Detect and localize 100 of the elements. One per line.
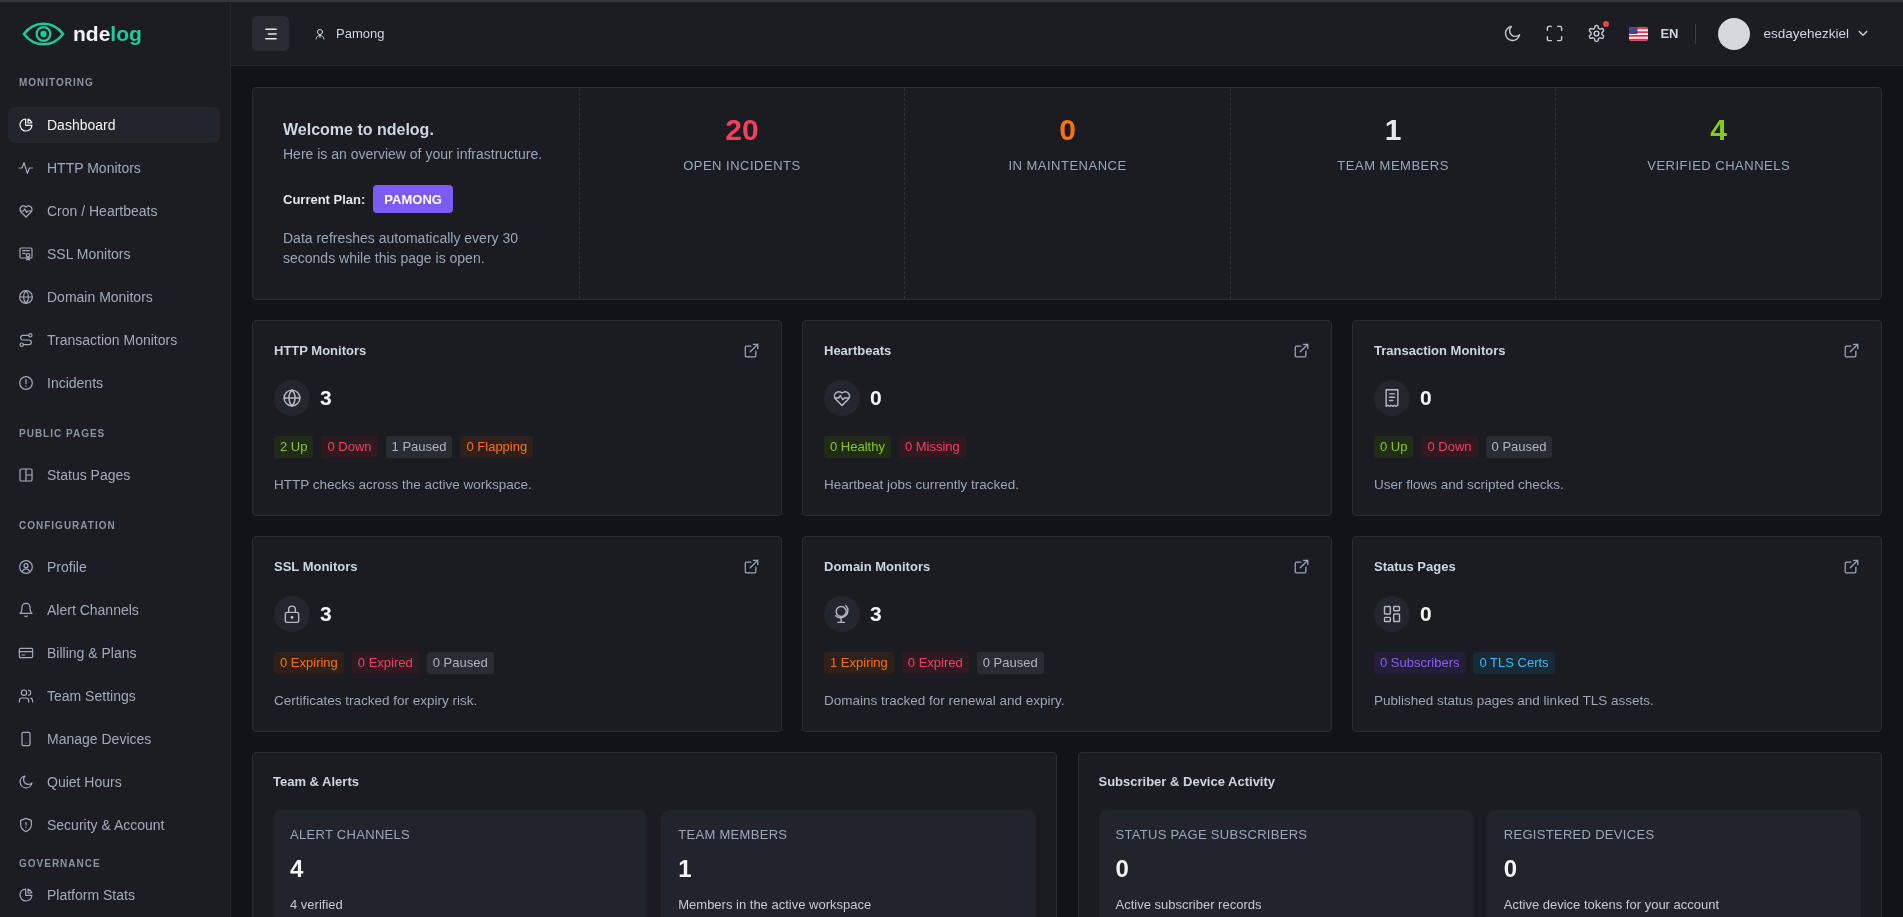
tile-note: Active subscriber records [1115, 896, 1263, 914]
card-description: Domains tracked for renewal and expiry. [824, 692, 1066, 710]
section-heading: PUBLIC PAGES [18, 427, 107, 441]
tile-label: REGISTERED DEVICES [1503, 826, 1656, 844]
credit-card-icon [18, 645, 34, 661]
card-description: User flows and scripted checks. [1374, 476, 1565, 494]
pie-chart-icon [18, 117, 34, 133]
welcome-subtitle: Here is an overview of your infrastructure. [283, 145, 544, 163]
globe-stand-icon [824, 596, 860, 632]
card-title: Domain Monitors [824, 558, 931, 574]
card-title: Status Pages [1374, 558, 1456, 574]
external-link-icon[interactable] [1844, 342, 1859, 358]
layout-icon [18, 467, 34, 483]
card-title: HTTP Monitors [274, 342, 367, 358]
sidebar-item[interactable]: Dashboard [8, 107, 220, 143]
status-badge: 0 Expired [901, 652, 969, 674]
fullscreen-icon[interactable] [1545, 24, 1565, 43]
stat-label: TEAM MEMBERS [1336, 157, 1450, 175]
route-icon [18, 332, 34, 348]
sidebar-item[interactable]: HTTP Monitors [8, 150, 220, 186]
section-heading: MONITORING [18, 76, 95, 90]
status-badge: 1 Expiring [824, 652, 894, 674]
sidebar-item[interactable]: Cron / Heartbeats [8, 193, 220, 229]
tile-note: Active device tokens for your account [1503, 896, 1721, 914]
pie-chart-icon [18, 887, 34, 903]
chevron-down-icon [1858, 30, 1868, 37]
external-link-icon[interactable] [744, 558, 759, 574]
shield-icon [18, 817, 34, 833]
card-description: Published status pages and linked TLS assets. [1374, 692, 1655, 710]
stat-value: 20 [724, 112, 760, 148]
tile-value: 1 [678, 854, 693, 884]
status-badge: 0 Down [321, 436, 378, 458]
status-badge: 0 TLS Certs [1473, 652, 1555, 674]
sidebar-item[interactable]: Transaction Monitors [8, 322, 220, 358]
card-description: Certificates tracked for expiry risk. [274, 692, 479, 710]
plan-badge: PAMONG [373, 185, 453, 213]
section-heading: GOVERNANCE [18, 857, 102, 871]
flag-icon [1629, 26, 1649, 41]
status-badge: 0 Paused [426, 652, 494, 674]
status-badge: 2 Up [274, 436, 314, 458]
sidebar-item[interactable]: Alert Channels [8, 592, 220, 628]
eye-logo-icon [22, 22, 65, 46]
external-link-icon[interactable] [1844, 558, 1859, 574]
tile-note: Members in the active workspace [678, 896, 873, 914]
lock-icon [274, 596, 310, 632]
moon-icon [18, 774, 34, 790]
tile-label: TEAM MEMBERS [678, 826, 789, 844]
panel-title: Team & Alerts [273, 773, 360, 791]
grid-icon [1374, 596, 1410, 632]
card-count: 0 [1420, 602, 1432, 626]
external-link-icon[interactable] [1294, 342, 1309, 358]
stat-label: IN MAINTENANCE [1007, 157, 1128, 175]
external-link-icon[interactable] [1294, 558, 1309, 574]
workspace-selector[interactable]: Pamong [314, 26, 385, 41]
stat-value: 1 [1383, 112, 1403, 148]
heart-pulse-icon [824, 380, 860, 416]
alert-circle-icon [18, 375, 34, 391]
sidebar-item[interactable]: Domain Monitors [8, 279, 220, 315]
menu-icon [263, 27, 278, 40]
refresh-note: Data refreshes automatically every 30 seconds while this page is open. [283, 229, 519, 268]
welcome-title: Welcome to ndelog. [283, 120, 435, 140]
section-heading: CONFIGURATION [18, 519, 117, 533]
sidebar-item[interactable]: Status Pages [8, 457, 220, 493]
tile-label: ALERT CHANNELS [290, 826, 412, 844]
status-badge: 0 Paused [1485, 436, 1553, 458]
card-title: SSL Monitors [274, 558, 358, 574]
stat-value: 4 [1709, 112, 1729, 148]
sidebar-item[interactable]: Profile [8, 549, 220, 585]
status-badge: 0 Flapping [460, 436, 534, 458]
sidebar-item[interactable]: Platform Stats [8, 877, 220, 913]
sidebar-item[interactable]: Incidents [8, 365, 220, 401]
card-count: 3 [320, 386, 332, 410]
user-menu[interactable]: esdayehezkiel [1718, 17, 1868, 50]
avatar-icon [1718, 17, 1751, 50]
globe-icon [274, 380, 310, 416]
card-description: HTTP checks across the active workspace. [274, 476, 533, 494]
sidebar-item[interactable]: Quiet Hours [8, 764, 220, 800]
sidebar-item[interactable]: Manage Devices [8, 721, 220, 757]
language-selector[interactable]: EN [1629, 26, 1679, 41]
sidebar-item[interactable]: Security & Account [8, 807, 220, 843]
globe-icon [18, 289, 34, 305]
person-icon [314, 27, 326, 40]
card-count: 0 [1420, 386, 1432, 410]
settings-icon[interactable] [1587, 24, 1607, 43]
sidebar-item[interactable]: Team Settings [8, 678, 220, 714]
moon-icon[interactable] [1503, 24, 1523, 43]
external-link-icon[interactable] [744, 342, 759, 358]
pulse-icon [18, 160, 34, 176]
bell-icon [18, 602, 34, 618]
status-badge: 0 Healthy [824, 436, 891, 458]
status-badge: 0 Up [1374, 436, 1414, 458]
menu-button[interactable] [252, 16, 289, 51]
certificate-icon [18, 246, 34, 262]
user-circle-icon [18, 559, 34, 575]
stat-value: 0 [1058, 112, 1077, 148]
sidebar-item[interactable]: Billing & Plans [8, 635, 220, 671]
tile-value: 0 [1503, 854, 1519, 884]
receipt-icon [1374, 380, 1410, 416]
sidebar-item[interactable]: SSL Monitors [8, 236, 220, 272]
status-badge: 0 Down [1421, 436, 1478, 458]
